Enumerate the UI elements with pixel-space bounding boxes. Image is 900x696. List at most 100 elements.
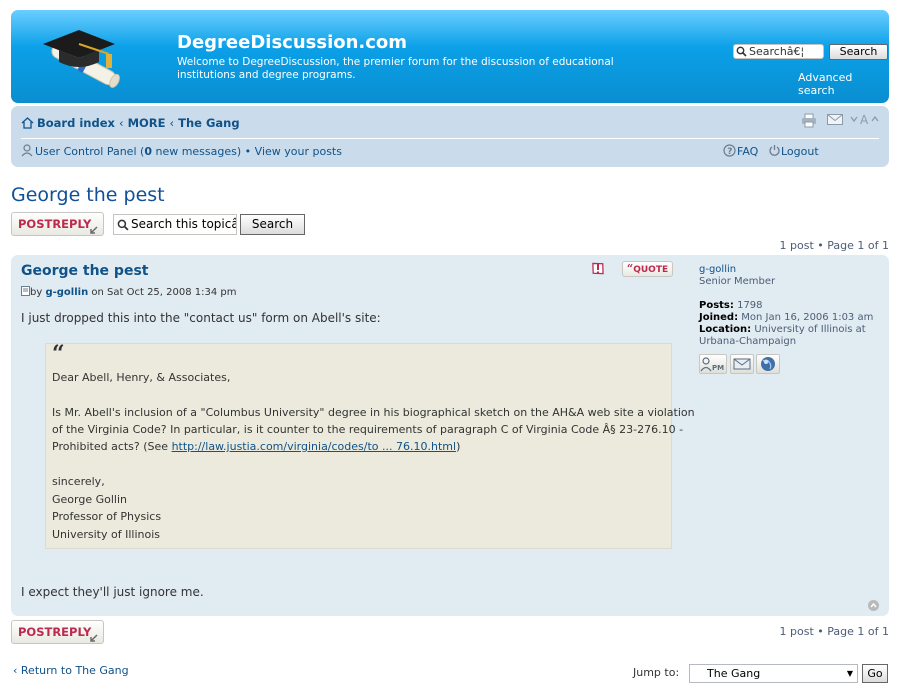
- email-icon[interactable]: [827, 113, 843, 129]
- power-icon: [768, 144, 781, 160]
- post-reply-button[interactable]: POSTREPLY: [11, 212, 104, 236]
- location-value-2: Urbana-Champaign: [699, 336, 797, 347]
- graduation-cap-logo-icon: [43, 30, 120, 88]
- quote-line-1: Is Mr. Abell's inclusion of a "Columbus …: [52, 406, 695, 419]
- search-icon: [117, 218, 129, 234]
- breadcrumb-separator: ‹: [169, 116, 175, 130]
- chevron-left-icon: ‹: [13, 664, 18, 677]
- justia-link[interactable]: http://law.justia.com/virginia/codes/to …: [172, 440, 457, 453]
- breadcrumb-more[interactable]: MORE: [128, 116, 166, 130]
- breadcrumb: Board index ‹ MORE ‹ The Gang: [21, 116, 240, 132]
- by-label: by: [30, 287, 43, 298]
- header-bar: DegreeDiscussion.com Welcome to DegreeDi…: [11, 10, 889, 103]
- pm-icon: PM: [700, 357, 724, 372]
- help-icon: ?: [723, 144, 737, 160]
- svg-text:?: ?: [727, 147, 732, 157]
- advanced-search-link[interactable]: Advanced search: [798, 71, 889, 97]
- email-user-button[interactable]: [730, 354, 754, 374]
- header-search-placeholder: Searchâ€¦: [749, 45, 805, 58]
- topic-search-button[interactable]: Search: [240, 214, 305, 235]
- home-icon: [21, 117, 34, 132]
- pagination-top: 1 post • Page 1 of 1: [779, 239, 890, 252]
- topic-search-placeholder: Search this topicâ: [131, 217, 237, 231]
- jump-to-selected: The Gang: [707, 667, 761, 680]
- font-size-icon[interactable]: A: [850, 113, 882, 129]
- user-control-panel-link[interactable]: User Control Panel: [35, 145, 137, 158]
- header-search-button[interactable]: Search: [829, 44, 888, 60]
- total-pages: 1: [882, 625, 889, 638]
- jump-to-select[interactable]: The Gang ▼: [689, 664, 858, 683]
- back-to-top-icon[interactable]: [868, 600, 879, 611]
- quote-line-2: of the Virginia Code? In particular, is …: [52, 423, 684, 436]
- quote-button-label: QUOTE: [633, 265, 669, 275]
- quote-sig-name: George Gollin: [52, 493, 127, 506]
- faq-link[interactable]: FAQ: [737, 145, 758, 158]
- breadcrumb-board-index[interactable]: Board index: [37, 116, 115, 130]
- site-description: Welcome to DegreeDiscussion, the premier…: [177, 56, 614, 81]
- post-reply-label: POSTREPLY: [18, 625, 92, 639]
- website-button[interactable]: [756, 354, 780, 374]
- chevron-down-icon: ▼: [846, 669, 853, 678]
- breadcrumb-the-gang[interactable]: The Gang: [178, 116, 239, 130]
- svg-text:A: A: [860, 113, 869, 126]
- location-label: Location:: [699, 324, 752, 335]
- page-label: Page: [827, 239, 854, 252]
- nav-bar: Board index ‹ MORE ‹ The Gang A User Con…: [11, 106, 889, 167]
- of-label: of: [867, 239, 879, 252]
- post-author-link[interactable]: g-gollin: [45, 287, 88, 298]
- quote-button[interactable]: “QUOTE: [622, 261, 673, 277]
- quote-greeting: Dear Abell, Henry, & Associates,: [52, 371, 231, 384]
- post-title[interactable]: George the pest: [21, 263, 148, 279]
- quote-signoff: sincerely,: [52, 475, 105, 488]
- view-your-posts-link[interactable]: View your posts: [255, 145, 342, 158]
- quote-sig-org: University of Illinois: [52, 528, 160, 541]
- posts-label: Posts:: [699, 300, 734, 311]
- header-search-input[interactable]: Searchâ€¦: [733, 44, 824, 59]
- post-profile: g-gollin Senior Member Posts: 1798 Joine…: [699, 264, 879, 348]
- profile-rank: Senior Member: [699, 276, 776, 287]
- post-reply-label: POSTREPLY: [18, 217, 92, 231]
- post-author-line: by g-gollin on Sat Oct 25, 2008 1:34 pm: [21, 286, 237, 299]
- post-blockquote: “ Dear Abell, Henry, & Associates, Is Mr…: [45, 341, 695, 549]
- return-to-forum-link[interactable]: Return to The Gang: [21, 664, 129, 677]
- posts-value[interactable]: 1798: [737, 300, 762, 311]
- post: George the pest by g-gollin on Sat Oct 2…: [11, 255, 889, 616]
- logout-link[interactable]: Logout: [781, 145, 819, 158]
- new-messages-link[interactable]: new messages: [155, 145, 236, 158]
- globe-icon: [761, 357, 775, 371]
- quote-sig-title: Professor of Physics: [52, 510, 162, 523]
- user-icon: [21, 144, 35, 160]
- quote-line-3: Prohibited acts? (See http://law.justia.…: [52, 438, 460, 456]
- blockquote-quote-icon: “: [52, 341, 65, 367]
- nav-divider: [21, 138, 879, 139]
- page-label: Page: [827, 625, 854, 638]
- faq-link-wrap: ? FAQ: [723, 144, 758, 160]
- post-count: 1 post: [779, 625, 814, 638]
- search-icon: [736, 46, 747, 58]
- profile-username[interactable]: g-gollin: [699, 264, 736, 275]
- return-link-wrap: ‹ Return to The Gang: [13, 664, 129, 677]
- of-label: of: [867, 625, 879, 638]
- site-logo[interactable]: [35, 24, 135, 88]
- post-count: 1 post: [779, 239, 814, 252]
- pm-label: PM: [712, 364, 724, 372]
- print-icon[interactable]: [801, 113, 817, 131]
- post-icon: [21, 286, 30, 299]
- site-title[interactable]: DegreeDiscussion.com: [177, 32, 407, 53]
- quote-line-3-prefix: Prohibited acts? (See: [52, 440, 172, 453]
- report-icon[interactable]: [589, 260, 607, 280]
- new-messages-count[interactable]: 0: [144, 145, 152, 158]
- logout-link-wrap: Logout: [768, 144, 819, 160]
- current-page: 1: [857, 239, 865, 252]
- topic-title[interactable]: George the pest: [11, 184, 165, 206]
- pm-button[interactable]: PM: [699, 354, 727, 374]
- breadcrumb-separator: ‹: [118, 116, 124, 130]
- post-reply-button-bottom[interactable]: POSTREPLY: [11, 620, 104, 644]
- go-button[interactable]: Go: [862, 664, 888, 683]
- pagination-bottom: 1 post • Page 1 of 1: [779, 625, 890, 638]
- jump-to-label: Jump to:: [633, 666, 680, 679]
- location-value-1: University of Illinois at: [754, 324, 866, 335]
- email-icon: [733, 358, 751, 370]
- reply-arrow-icon: [89, 220, 98, 242]
- topic-search-input[interactable]: Search this topicâ: [113, 214, 237, 235]
